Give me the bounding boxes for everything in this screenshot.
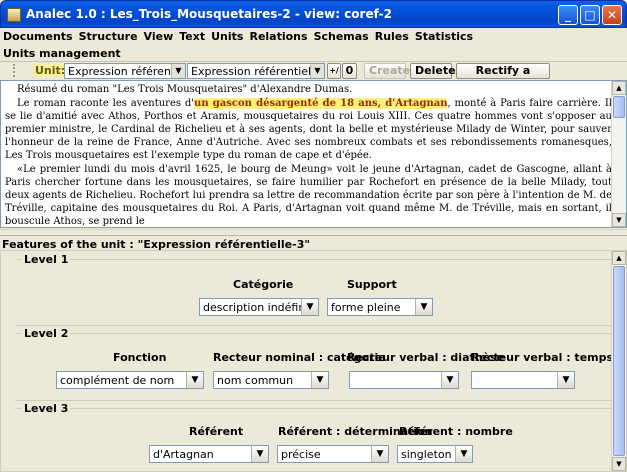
document-text[interactable]: Résumé du roman "Les Trois Mousquetaires… bbox=[5, 83, 612, 226]
stepper-icon[interactable]: +/− bbox=[327, 63, 341, 89]
menu-view[interactable]: View bbox=[141, 28, 177, 45]
minimize-button[interactable]: _ bbox=[558, 5, 578, 25]
chevron-down-icon: ▼ bbox=[415, 299, 432, 315]
window-title: Analec 1.0 : Les_Trois_Mousquetaires-2 -… bbox=[26, 7, 392, 21]
select-value: précise bbox=[281, 448, 321, 461]
chevron-down-icon: ▼ bbox=[186, 372, 203, 388]
maximize-button[interactable]: □ bbox=[580, 5, 600, 25]
chevron-down-icon: ▼ bbox=[441, 372, 458, 388]
unit-type-select[interactable]: Expression référentielle ▼ bbox=[64, 63, 186, 79]
referent-select[interactable]: d'Artagnan ▼ bbox=[149, 445, 269, 463]
arrow-up-icon[interactable]: ▲ bbox=[612, 81, 626, 95]
create-button[interactable]: Create bbox=[364, 63, 410, 79]
referent-nombre-select[interactable]: singleton ▼ bbox=[397, 445, 473, 463]
text-pane[interactable]: Résumé du roman "Les Trois Mousquetaires… bbox=[0, 80, 627, 228]
feature-header: Recteur verbal : temps bbox=[471, 351, 614, 364]
app-icon bbox=[7, 8, 21, 22]
unit-label: Unit: bbox=[33, 64, 68, 77]
menu-text[interactable]: Text bbox=[176, 28, 208, 45]
level-1-group: Level 1 Catégorie Support description in… bbox=[15, 253, 612, 326]
menu-bar: Documents Structure View Text Units Relations… bbox=[0, 28, 627, 45]
select-value: d'Artagnan bbox=[153, 448, 214, 461]
level-3-group: Level 3 Référent Référent : déterminatio… bbox=[15, 402, 612, 472]
feature-header: Support bbox=[347, 278, 397, 291]
feature-header: Référent bbox=[189, 425, 244, 438]
feature-header: Catégorie bbox=[233, 278, 294, 291]
select-value: singleton bbox=[401, 448, 452, 461]
menu-documents[interactable]: Documents bbox=[0, 28, 76, 45]
title-bar: Analec 1.0 : Les_Trois_Mousquetaires-2 -… bbox=[0, 0, 627, 28]
delete-button[interactable]: Delete bbox=[410, 63, 456, 79]
chevron-down-icon: ▼ bbox=[311, 372, 328, 388]
close-button[interactable]: ✕ bbox=[602, 5, 622, 25]
menu-units[interactable]: Units bbox=[208, 28, 246, 45]
toolbar-grip[interactable] bbox=[13, 64, 17, 77]
select-value: description indéfinie bbox=[203, 301, 316, 314]
level-title: Level 1 bbox=[22, 253, 71, 266]
menu-rules[interactable]: Rules bbox=[372, 28, 412, 45]
features-pane: Level 1 Catégorie Support description in… bbox=[0, 250, 627, 472]
arrow-down-icon[interactable]: ▼ bbox=[612, 457, 626, 471]
categorie-select[interactable]: description indéfinie ▼ bbox=[199, 298, 319, 316]
select-value: forme pleine bbox=[331, 301, 401, 314]
unit-number-field[interactable]: 0 bbox=[342, 63, 357, 79]
chevron-down-icon: ▼ bbox=[557, 372, 574, 388]
referent-determination-select[interactable]: précise ▼ bbox=[277, 445, 389, 463]
level-2-group: Level 2 Fonction Recteur nominal : catég… bbox=[15, 327, 614, 401]
scroll-thumb[interactable] bbox=[613, 266, 625, 456]
menu-relations[interactable]: Relations bbox=[246, 28, 310, 45]
arrow-up-icon[interactable]: ▲ bbox=[612, 251, 626, 265]
menu-schemas[interactable]: Schemas bbox=[311, 28, 372, 45]
level-title: Level 2 bbox=[22, 327, 71, 340]
unit-instance-value: Expression référentielle-3 bbox=[191, 65, 325, 78]
units-management-label: Units management bbox=[0, 45, 627, 62]
units-toolbar: Unit: Expression référentielle ▼ Express… bbox=[0, 62, 627, 91]
text-paragraph: Le roman raconte les aventures d'un gasc… bbox=[5, 97, 612, 162]
chevron-down-icon: ▼ bbox=[171, 64, 185, 78]
recteur-nominal-select[interactable]: nom commun ▼ bbox=[213, 371, 329, 389]
features-scrollbar[interactable]: ▲ ▼ bbox=[611, 251, 626, 471]
recteur-verbal-diathese-select[interactable]: ▼ bbox=[349, 371, 459, 389]
chevron-down-icon: ▼ bbox=[455, 446, 472, 462]
support-select[interactable]: forme pleine ▼ bbox=[327, 298, 433, 316]
rectify-boundary-button[interactable]: Rectify a boundary bbox=[456, 63, 550, 91]
text-paragraph: Résumé du roman "Les Trois Mousquetaires… bbox=[17, 84, 353, 95]
text-paragraph: «Le premier lundi du mois d'avril 1625, … bbox=[5, 164, 612, 226]
text-span: Le roman raconte les aventures d' bbox=[17, 98, 195, 109]
scroll-thumb[interactable] bbox=[613, 96, 625, 118]
level-title: Level 3 bbox=[22, 402, 71, 415]
chevron-down-icon: ▼ bbox=[371, 446, 388, 462]
chevron-down-icon: ▼ bbox=[251, 446, 268, 462]
menu-structure[interactable]: Structure bbox=[76, 28, 141, 45]
split-divider[interactable] bbox=[0, 229, 627, 236]
feature-header: Fonction bbox=[113, 351, 167, 364]
select-value: complément de nom bbox=[60, 374, 175, 387]
selected-unit-highlight[interactable]: un gascon désargenté de 18 ans, d'Artagn… bbox=[194, 98, 448, 109]
unit-instance-select[interactable]: Expression référentielle-3 ▼ bbox=[187, 63, 325, 79]
select-value: nom commun bbox=[217, 374, 294, 387]
feature-header: Référent : nombre bbox=[399, 425, 513, 438]
chevron-down-icon: ▼ bbox=[310, 64, 324, 78]
recteur-verbal-temps-select[interactable]: ▼ bbox=[471, 371, 575, 389]
arrow-down-icon[interactable]: ▼ bbox=[612, 213, 626, 227]
menu-statistics[interactable]: Statistics bbox=[412, 28, 476, 45]
chevron-down-icon: ▼ bbox=[301, 299, 318, 315]
fonction-select[interactable]: complément de nom ▼ bbox=[56, 371, 204, 389]
unit-type-value: Expression référentielle bbox=[68, 65, 186, 78]
text-scrollbar[interactable]: ▲ ▼ bbox=[611, 81, 626, 227]
